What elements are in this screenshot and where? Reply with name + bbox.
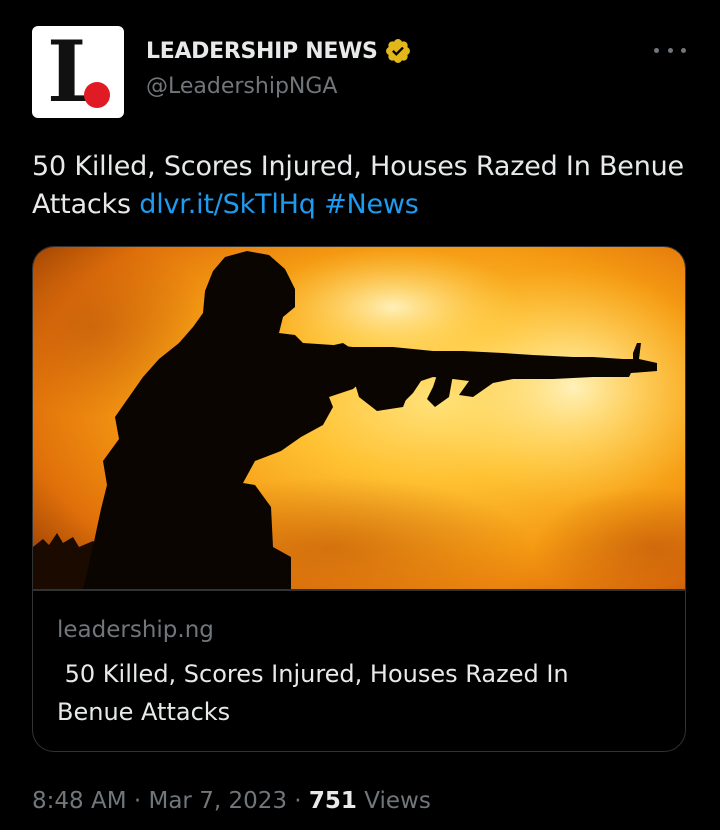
- card-divider: [33, 589, 685, 591]
- tweet-time[interactable]: 8:48 AM: [32, 788, 127, 814]
- more-dot: [654, 47, 659, 53]
- card-domain: leadership.ng: [57, 617, 214, 643]
- meta-separator: ·: [126, 788, 149, 814]
- more-dot: [681, 47, 686, 53]
- avatar[interactable]: L: [32, 26, 124, 118]
- card-title[interactable]: 50 Killed, Scores Injured, Houses Razed …: [57, 655, 647, 731]
- views-label[interactable]: Views: [357, 788, 431, 814]
- soldier-silhouette-image: [33, 247, 685, 589]
- tweet[interactable]: L LEADERSHIP NEWS @LeadershipNGA 50 Kill…: [0, 0, 720, 830]
- verified-badge-icon[interactable]: [384, 37, 412, 65]
- tweet-text: 50 Killed, Scores Injured, Houses Razed …: [32, 148, 692, 224]
- tweet-link[interactable]: dlvr.it/SkTlHq: [139, 189, 316, 220]
- link-card[interactable]: leadership.ng 50 Killed, Scores Injured,…: [32, 246, 686, 752]
- meta-separator: ·: [286, 788, 309, 814]
- card-image[interactable]: [33, 247, 685, 589]
- handle[interactable]: @LeadershipNGA: [146, 74, 337, 99]
- display-name-row[interactable]: LEADERSHIP NEWS: [146, 34, 412, 68]
- tweet-meta: 8:48 AM · Mar 7, 2023 · 751 Views: [32, 788, 431, 814]
- more-horizontal-icon[interactable]: [654, 40, 686, 60]
- avatar-logo-dot: [84, 82, 110, 108]
- tweet-hashtag[interactable]: #News: [324, 189, 419, 220]
- views-count[interactable]: 751: [309, 788, 357, 814]
- more-dot: [667, 47, 673, 53]
- display-name[interactable]: LEADERSHIP NEWS: [146, 39, 378, 64]
- tweet-date[interactable]: Mar 7, 2023: [148, 788, 287, 814]
